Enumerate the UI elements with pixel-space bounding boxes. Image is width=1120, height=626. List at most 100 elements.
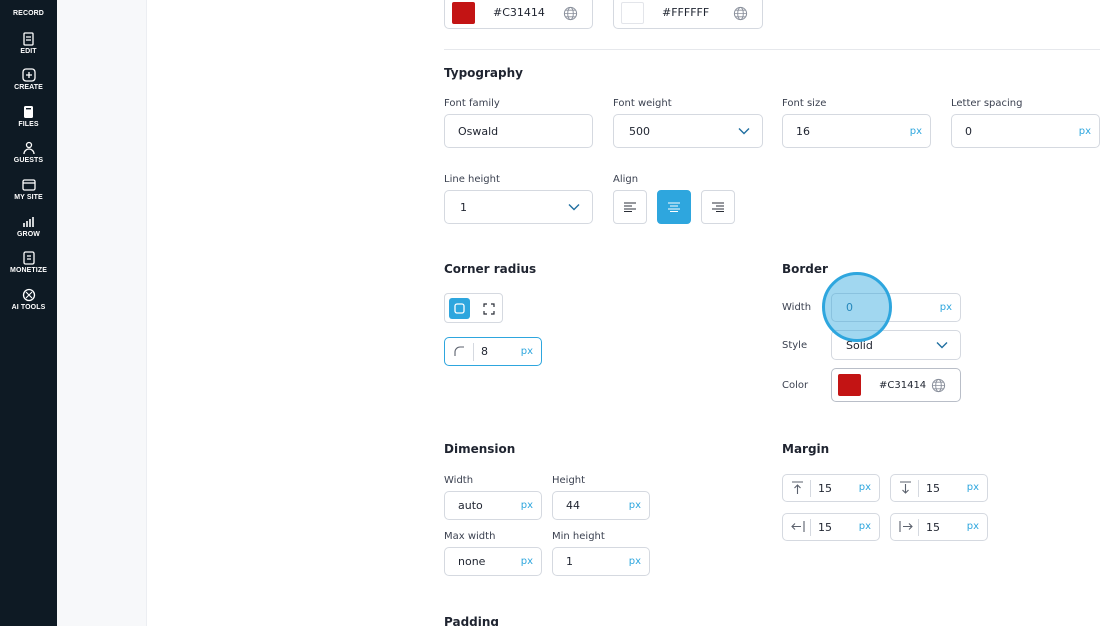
border-title: Border [782, 262, 828, 276]
sidebar-item-my-site[interactable]: MY SITE [0, 178, 57, 201]
letter-spacing-input[interactable]: 0 px [951, 114, 1100, 148]
chevron-down-icon [936, 342, 948, 349]
color-input-primary[interactable]: #C31414 [444, 0, 593, 29]
sidebar-item-create[interactable]: CREATE [0, 68, 57, 91]
line-height-select[interactable]: 1 [444, 190, 593, 224]
chevron-down-icon [738, 128, 750, 135]
input-separator [918, 480, 919, 497]
sidebar-item-monetize[interactable]: MONETIZE [0, 251, 57, 274]
margin-right-value: 15 [926, 521, 940, 534]
margin-bottom-icon [900, 481, 911, 494]
corner-radius-icon [454, 346, 464, 356]
sidebar-item-edit[interactable]: EDIT [0, 32, 57, 55]
unit-label: px [628, 500, 641, 511]
edit-icon [22, 32, 34, 46]
left-sidebar: RECORD EDIT CREATE FILES GUESTS MY SITE … [0, 0, 57, 626]
corner-radius-input[interactable]: 8 px [444, 337, 542, 366]
ai-tools-icon [22, 288, 35, 302]
my-site-icon [21, 179, 36, 191]
dimension-height-label: Height [552, 475, 586, 486]
font-family-input[interactable]: Oswald [444, 114, 593, 148]
border-width-label: Width [782, 302, 812, 313]
min-height-input[interactable]: 1 px [552, 547, 650, 576]
sidebar-item-label: FILES [18, 121, 39, 128]
margin-left-input[interactable]: 15 px [782, 513, 880, 541]
sidebar-item-label: MONETIZE [10, 267, 47, 274]
unit-label: px [966, 482, 979, 493]
color-hex-value: #FFFFFF [662, 6, 710, 19]
max-width-label: Max width [444, 531, 496, 542]
sidebar-item-label: AI TOOLS [11, 304, 46, 311]
chevron-down-icon [568, 204, 580, 211]
sidebar-item-label: GUESTS [13, 157, 44, 164]
dimension-width-value: auto [458, 499, 483, 512]
align-right-button[interactable] [701, 190, 735, 224]
secondary-panel [57, 0, 147, 626]
sidebar-item-record[interactable]: RECORD [0, 2, 57, 17]
margin-right-input[interactable]: 15 px [890, 513, 988, 541]
align-left-icon [624, 202, 636, 212]
margin-left-icon [791, 521, 805, 532]
uniform-radius-button[interactable] [449, 298, 470, 319]
align-right-icon [712, 202, 724, 212]
min-height-label: Min height [552, 531, 605, 542]
unit-label: px [520, 346, 533, 357]
dimension-height-input[interactable]: 44 px [552, 491, 650, 520]
max-width-input[interactable]: none px [444, 547, 542, 576]
globe-icon[interactable] [563, 6, 578, 21]
color-swatch[interactable] [621, 2, 644, 24]
font-size-label: Font size [782, 98, 827, 109]
globe-icon[interactable] [931, 378, 946, 393]
color-input-secondary[interactable]: #FFFFFF [613, 0, 763, 29]
guests-icon [22, 141, 35, 155]
unit-label: px [909, 125, 922, 137]
dimension-height-value: 44 [566, 499, 580, 512]
dimension-width-input[interactable]: auto px [444, 491, 542, 520]
files-icon [24, 106, 33, 118]
expand-corners-icon [482, 302, 495, 315]
margin-top-input[interactable]: 15 px [782, 474, 880, 502]
sidebar-item-files[interactable]: FILES [0, 105, 57, 128]
unit-label: px [1078, 125, 1091, 137]
color-swatch[interactable] [452, 2, 475, 24]
line-height-label: Line height [444, 174, 500, 185]
letter-spacing-label: Letter spacing [951, 98, 1023, 109]
font-weight-value: 500 [629, 124, 650, 138]
input-separator [473, 343, 474, 361]
sidebar-item-guests[interactable]: GUESTS [0, 141, 57, 164]
sidebar-item-label: EDIT [20, 48, 37, 55]
font-weight-select[interactable]: 500 [613, 114, 763, 148]
create-icon [21, 68, 36, 82]
color-hex-value: #C31414 [493, 6, 545, 19]
sidebar-item-label: MY SITE [14, 194, 43, 201]
max-width-value: none [458, 555, 486, 568]
margin-top-icon [792, 481, 803, 494]
font-family-label: Font family [444, 98, 500, 109]
align-left-button[interactable] [613, 190, 647, 224]
individual-radius-button[interactable] [478, 298, 499, 319]
unit-label: px [628, 556, 641, 567]
font-weight-label: Font weight [613, 98, 672, 109]
click-indicator [822, 272, 892, 342]
margin-bottom-value: 15 [926, 482, 940, 495]
align-center-icon [668, 202, 680, 212]
dimension-width-label: Width [444, 475, 474, 486]
sidebar-item-label: GROW [17, 231, 40, 238]
globe-icon[interactable] [733, 6, 748, 21]
font-size-input[interactable]: 16 px [782, 114, 931, 148]
border-color-input[interactable]: #C31414 [831, 368, 961, 402]
unit-label: px [858, 521, 871, 532]
sidebar-item-grow[interactable]: GROW [0, 215, 57, 238]
padding-title: Padding [444, 615, 499, 626]
corner-radius-mode-toggle [444, 293, 503, 323]
margin-bottom-input[interactable]: 15 px [890, 474, 988, 502]
sidebar-item-ai-tools[interactable]: AI TOOLS [0, 288, 57, 311]
sidebar-item-label: CREATE [14, 84, 43, 91]
margin-title: Margin [782, 442, 830, 456]
typography-title: Typography [444, 66, 523, 80]
color-swatch[interactable] [838, 374, 861, 396]
margin-right-icon [899, 521, 913, 532]
unit-label: px [520, 556, 533, 567]
font-size-value: 16 [796, 124, 810, 138]
align-center-button[interactable] [657, 190, 691, 224]
